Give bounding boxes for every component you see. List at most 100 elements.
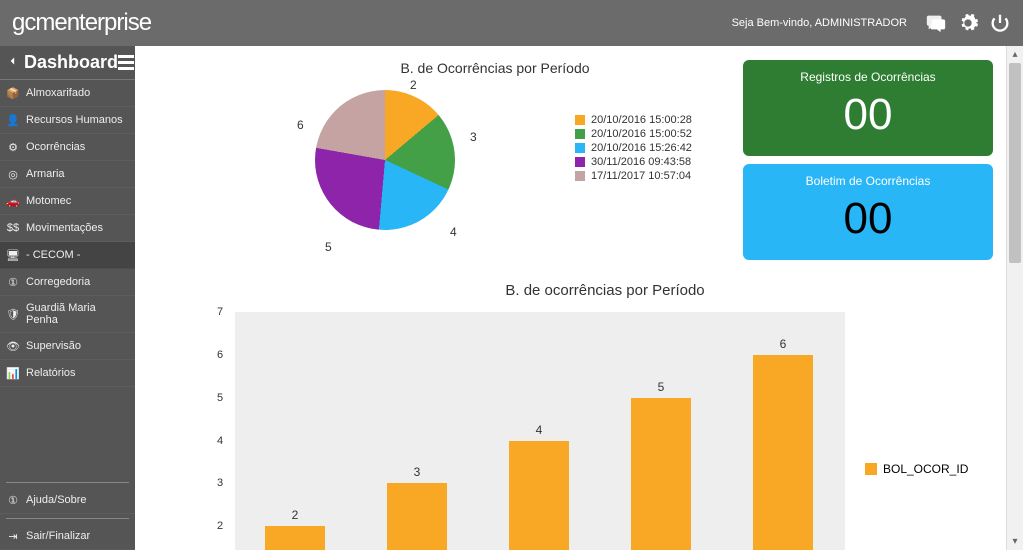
target-icon: ◎ [6,167,20,181]
sidebar-item-almoxarifado[interactable]: 📦 Almoxarifado [0,80,135,107]
scrollbar-thumb[interactable] [1009,63,1021,263]
welcome-text: Seja Bem-vindo, ADMINISTRADOR [732,17,907,29]
card-boletim-ocorrencias[interactable]: Boletim de Ocorrências 00 [743,164,993,260]
sidebar-item-movimentacoes[interactable]: $$ Movimentações [0,215,135,242]
legend-swatch [575,157,585,167]
bar [509,441,569,550]
sidebar-item-motomec[interactable]: 🚗 Motomec [0,188,135,215]
sidebar-header: Dashboard [0,46,135,80]
report-icon: 📊 [6,366,20,380]
bar-value-label: 3 [414,465,421,479]
legend-item: 17/11/2017 10:57:04 [575,170,692,182]
sidebar-item-ocorrencias[interactable]: ⚙ Ocorrências [0,134,135,161]
topbar: gcmenterprise Seja Bem-vindo, ADMINISTRA… [0,0,1023,46]
app-logo: gcmenterprise [12,9,151,37]
power-icon[interactable] [989,12,1011,34]
sidebar-item-label: Guardiã Maria Penha [26,302,129,326]
sidebar-item-label: - CECOM - [26,249,80,261]
bar [753,355,813,550]
eye-icon: 👁 [6,339,20,353]
legend-label: 20/10/2016 15:26:42 [591,142,692,154]
card-value: 00 [751,194,985,244]
sidebar-item-recursos-humanos[interactable]: 👤 Recursos Humanos [0,107,135,134]
sidebar-item-guardia-maria-penha[interactable]: 🛡 Guardiã Maria Penha [0,296,135,333]
legend-swatch [575,171,585,181]
sidebar-item-supervisao[interactable]: 👁 Supervisão [0,333,135,360]
legend-item: 20/10/2016 15:26:42 [575,142,692,154]
sidebar-item-label: Ocorrências [26,141,85,153]
y-tick: 2 [217,520,223,532]
pie-chart-title: B. de Ocorrências por Período [355,60,635,76]
shield-icon: 🛡 [6,307,20,321]
sidebar-title: Dashboard [24,52,118,73]
monitor-icon: 🖥 [6,248,20,262]
sidebar-item-relatorios[interactable]: 📊 Relatórios [0,360,135,387]
legend-label: 20/10/2016 15:00:52 [591,128,692,140]
bar-value-label: 2 [292,508,299,522]
gear-icon[interactable] [957,12,979,34]
money-icon: $$ [6,221,20,235]
y-tick: 6 [217,349,223,361]
sidebar-item-corregedoria[interactable]: ① Corregedoria [0,269,135,296]
bar-value-label: 5 [658,380,665,394]
bar-legend: BOL_OCOR_ID [865,462,968,476]
pie-legend: 20/10/2016 15:00:28 20/10/2016 15:00:52 … [575,114,692,184]
legend-item: 30/11/2016 09:43:58 [575,156,692,168]
sidebar-item-label: Ajuda/Sobre [26,494,87,506]
logo-main: gcm [12,9,54,36]
exit-icon: ⇥ [6,529,20,543]
sidebar-item-sair[interactable]: ⇥ Sair/Finalizar [0,523,135,550]
pie-slice-label: 5 [325,240,332,254]
sidebar-item-ajuda[interactable]: ① Ajuda/Sobre [0,487,135,514]
card-value: 00 [751,90,985,140]
bar [265,526,325,550]
legend-item: 20/10/2016 15:00:28 [575,114,692,126]
sidebar-item-label: Motomec [26,195,71,207]
person-icon: 👤 [6,113,20,127]
content-area: B. de Ocorrências por Período 2 3 4 5 6 … [135,46,1023,550]
legend-item: 20/10/2016 15:00:52 [575,128,692,140]
bar-chart: 0 1 2 3 4 5 6 7 23456 BOL_OCOR_ID [215,312,935,550]
sidebar-item-label: Movimentações [26,222,103,234]
sidebar-item-label: Corregedoria [26,276,90,288]
car-icon: 🚗 [6,194,20,208]
stat-cards: Registros de Ocorrências 00 Boletim de O… [743,60,993,260]
logo-sub: enterprise [54,9,151,36]
legend-label: 17/11/2017 10:57:04 [591,170,691,182]
y-tick: 7 [217,306,223,318]
sidebar-item-label: Recursos Humanos [26,114,123,126]
sidebar-item-label: Sair/Finalizar [26,530,90,542]
help-icon: ① [6,493,20,507]
y-tick: 3 [217,477,223,489]
legend-swatch [575,115,585,125]
handcuffs-icon: ⚙ [6,140,20,154]
pie-slice-label: 6 [297,118,304,132]
y-tick: 4 [217,435,223,447]
back-icon[interactable] [6,54,20,71]
sidebar-item-armaria[interactable]: ◎ Armaria [0,161,135,188]
bar-value-label: 4 [536,423,543,437]
bar-value-label: 6 [780,337,787,351]
chat-icon[interactable] [925,12,947,34]
sidebar: Dashboard 📦 Almoxarifado 👤 Recursos Huma… [0,46,135,550]
sidebar-item-cecom[interactable]: 🖥 - CECOM - [0,242,135,269]
scrollbar[interactable]: ▴ ▾ [1006,46,1023,550]
bar [387,483,447,550]
y-tick: 5 [217,392,223,404]
pie-graphic [315,90,455,230]
card-title: Boletim de Ocorrências [751,174,985,188]
legend-swatch [865,463,877,475]
legend-swatch [575,129,585,139]
bar [631,398,691,550]
sidebar-item-label: Relatórios [26,367,76,379]
pie-chart: 2 3 4 5 6 [315,90,455,230]
card-registros-ocorrencias[interactable]: Registros de Ocorrências 00 [743,60,993,156]
legend-swatch [575,143,585,153]
menu-icon[interactable] [118,55,134,70]
sidebar-item-label: Armaria [26,168,65,180]
sidebar-item-label: Almoxarifado [26,87,90,99]
bar-chart-title: B. de ocorrências por Período [355,282,855,299]
scroll-up-icon[interactable]: ▴ [1007,46,1023,63]
scroll-down-icon[interactable]: ▾ [1007,533,1023,550]
box-icon: 📦 [6,86,20,100]
